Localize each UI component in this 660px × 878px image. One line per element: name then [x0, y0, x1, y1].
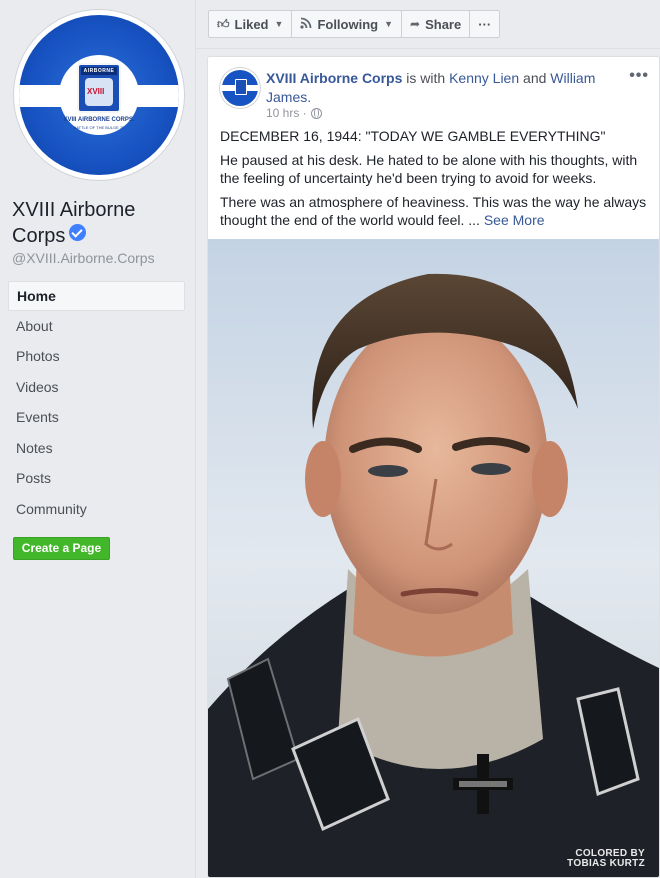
- liked-button[interactable]: 👍︎ Liked ▼: [209, 11, 293, 37]
- tagged-user-link[interactable]: Kenny Lien: [449, 70, 519, 86]
- post-author-link[interactable]: XVIII Airborne Corps: [266, 70, 402, 86]
- post-timestamp[interactable]: 10 hrs ·: [266, 106, 307, 120]
- page-nav: Home About Photos Videos Events Notes Po…: [8, 281, 185, 525]
- nav-item-home[interactable]: Home: [8, 281, 185, 311]
- page-profile-picture[interactable]: AIRBORNE XVIII AIRBORNE CORPS. BATTLE OF…: [14, 10, 184, 180]
- create-page-button[interactable]: Create a Page: [13, 537, 110, 560]
- logo-airborne-tab: AIRBORNE: [81, 67, 117, 75]
- nav-item-community[interactable]: Community: [8, 495, 185, 525]
- post-meta: 10 hrs ·: [266, 106, 322, 120]
- post-photo[interactable]: COLORED BY TOBIAS KURTZ: [208, 239, 659, 877]
- dragon-icon: [85, 78, 113, 106]
- portrait-illustration: [208, 239, 659, 877]
- page-title[interactable]: XVIII Airborne Corps: [12, 197, 192, 249]
- nav-item-about[interactable]: About: [8, 312, 185, 342]
- post-paragraph: He paused at his desk. He hated to be al…: [220, 151, 638, 187]
- photo-credit-line2: TOBIAS KURTZ: [567, 858, 645, 869]
- page-action-bar: 👍︎ Liked ▼ Following ▼ ➦ Share ···: [208, 10, 501, 38]
- chevron-down-icon: ▼: [274, 19, 284, 29]
- globe-icon[interactable]: [310, 107, 322, 119]
- more-icon: ···: [478, 16, 492, 32]
- chevron-down-icon: ▼: [384, 19, 394, 29]
- post-author-line: XVIII Airborne Corps is with Kenny Lien …: [266, 69, 616, 107]
- photo-credit: COLORED BY TOBIAS KURTZ: [567, 849, 645, 869]
- logo-caption-sub: BATTLE OF THE BULGE 75: [73, 125, 125, 130]
- post-paragraph-text: There was an atmosphere of heaviness. Th…: [220, 193, 647, 229]
- post-headline: DECEMBER 16, 1944: "TODAY WE GAMBLE EVER…: [220, 128, 606, 144]
- and-text: and: [523, 70, 547, 86]
- airborne-logo: AIRBORNE XVIII AIRBORNE CORPS. BATTLE OF…: [19, 15, 179, 175]
- share-button[interactable]: ➦ Share: [402, 11, 471, 37]
- page-handle: @XVIII.Airborne.Corps: [12, 250, 155, 266]
- thumbs-up-icon: 👍︎: [217, 16, 230, 31]
- post-body: DECEMBER 16, 1944: "TODAY WE GAMBLE EVER…: [220, 127, 650, 235]
- following-button[interactable]: Following ▼: [292, 11, 403, 37]
- is-with-text: is with: [406, 70, 446, 86]
- see-more-link[interactable]: See More: [484, 212, 545, 228]
- divider: [196, 48, 660, 49]
- post-author-avatar[interactable]: [220, 68, 260, 108]
- post-card: XVIII Airborne Corps is with Kenny Lien …: [207, 56, 660, 878]
- nav-item-photos[interactable]: Photos: [8, 342, 185, 372]
- nav-item-videos[interactable]: Videos: [8, 373, 185, 403]
- page-title-line2: Corps: [12, 225, 66, 247]
- nav-item-notes[interactable]: Notes: [8, 434, 185, 464]
- rss-icon: [300, 17, 312, 32]
- verified-badge-icon: [69, 224, 87, 241]
- nav-item-posts[interactable]: Posts: [8, 464, 185, 494]
- post-paragraph: There was an atmosphere of heaviness. Th…: [220, 193, 650, 230]
- logo-caption: XVIII AIRBORNE CORPS.: [63, 117, 135, 123]
- following-label: Following: [317, 16, 379, 32]
- page-title-line1: XVIII Airborne: [12, 199, 136, 221]
- post-options-icon[interactable]: •••: [629, 67, 649, 85]
- share-arrow-icon: ➦: [410, 17, 421, 31]
- nav-item-events[interactable]: Events: [8, 403, 185, 433]
- share-label: Share: [425, 16, 462, 32]
- left-column: AIRBORNE XVIII AIRBORNE CORPS. BATTLE OF…: [0, 0, 196, 878]
- liked-label: Liked: [234, 16, 269, 32]
- more-actions-button[interactable]: ···: [470, 11, 499, 37]
